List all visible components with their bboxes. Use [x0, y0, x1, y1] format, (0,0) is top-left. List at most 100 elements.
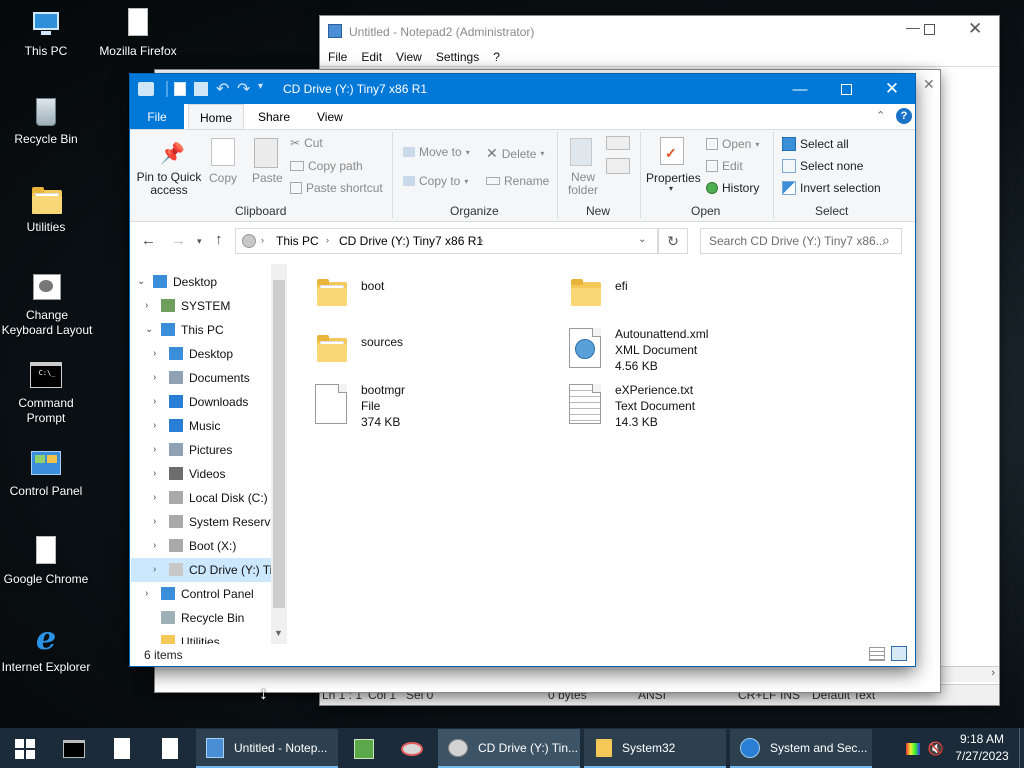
help-icon[interactable]: ?	[896, 108, 912, 124]
tray-clock[interactable]: 9:18 AM 7/27/2023	[948, 731, 1016, 765]
file-list[interactable]: boot efi sources Autounattend.xml XML Do…	[295, 262, 914, 642]
nav-scroll-down-icon[interactable]: ▼	[274, 628, 283, 638]
explorer-titlebar[interactable]: ↶ ↷ ▾ CD Drive (Y:) Tiny7 x86 R1 — ✕	[130, 74, 915, 104]
breadcrumb-chevron-icon[interactable]: ›	[480, 235, 483, 245]
chevron-right-icon[interactable]: ›	[145, 588, 148, 599]
invert-selection-button[interactable]: Invert selection	[782, 181, 881, 195]
desktop-icon-this-pc[interactable]: This PC	[0, 8, 92, 59]
sidebar-item-local-disk-c[interactable]: › Local Disk (C:)	[131, 486, 271, 510]
notepad-menu-edit[interactable]: Edit	[361, 50, 382, 64]
properties-button[interactable]: Properties	[646, 171, 701, 185]
file-item-bootmgr[interactable]: bootmgr File 374 KB	[313, 382, 533, 432]
open-button[interactable]: Open ▾	[706, 137, 759, 151]
taskbar-system32[interactable]: System32	[584, 729, 726, 768]
edit-button[interactable]: Edit	[706, 159, 743, 173]
desktop-icon-command-prompt[interactable]: C:\_ Command Prompt	[0, 360, 92, 426]
paste-shortcut-button[interactable]: Paste shortcut	[290, 181, 383, 195]
start-button[interactable]	[0, 729, 50, 768]
select-all-button[interactable]: Select all	[782, 137, 849, 151]
cut-button[interactable]: ✂ Cut	[290, 136, 323, 150]
sidebar-item-system-reserve[interactable]: › System Reserve	[131, 510, 277, 534]
chevron-down-icon[interactable]: ⌄	[145, 324, 153, 335]
delete-button[interactable]: ✕ Delete ▾	[486, 145, 544, 162]
redo-icon[interactable]: ↷	[237, 79, 250, 99]
nav-scrollbar[interactable]: ▼	[271, 264, 287, 644]
select-none-button[interactable]: Select none	[782, 159, 863, 173]
address-bar[interactable]: › This PC › CD Drive (Y:) Tiny7 x86 R1 ›…	[235, 228, 658, 254]
file-item-experience-txt[interactable]: eXPerience.txt Text Document 14.3 KB	[567, 382, 787, 432]
desktop-icon-control-panel[interactable]: Control Panel	[0, 448, 92, 499]
sidebar-item-this-pc[interactable]: ⌄ This PC	[131, 318, 271, 342]
tab-share[interactable]: Share	[258, 110, 290, 124]
desktop-icon-mozilla-firefox[interactable]: Mozilla Firefox	[92, 8, 184, 59]
taskbar-file-2[interactable]	[148, 729, 192, 768]
sidebar-item-documents[interactable]: › Documents	[131, 366, 271, 390]
refresh-icon[interactable]: ↻	[658, 228, 688, 254]
desktop-icon-google-chrome[interactable]: Google Chrome	[0, 536, 92, 587]
easy-access-icon[interactable]	[606, 158, 630, 174]
properties-dropdown-icon[interactable]: ▾	[669, 184, 673, 193]
chevron-right-icon[interactable]: ›	[145, 300, 148, 311]
notepad-menu-settings[interactable]: Settings	[436, 50, 479, 64]
sidebar-item-videos[interactable]: › Videos	[131, 462, 271, 486]
taskbar-command-prompt[interactable]	[52, 729, 96, 768]
sidebar-item-boot-x[interactable]: › Boot (X:)	[131, 534, 271, 558]
taskbar-explorer[interactable]: CD Drive (Y:) Tin...	[438, 729, 580, 768]
up-arrow-icon[interactable]: ↑	[215, 231, 223, 248]
copy-to-button[interactable]: Copy to ▾	[403, 174, 468, 188]
sidebar-item-recycle-bin[interactable]: Recycle Bin	[131, 606, 271, 630]
sidebar-item-music[interactable]: › Music	[131, 414, 271, 438]
maximize-button[interactable]	[823, 74, 869, 104]
taskbar-app-green[interactable]	[342, 729, 386, 768]
chevron-right-icon[interactable]: ›	[153, 516, 156, 527]
chevron-right-icon[interactable]: ›	[153, 420, 156, 431]
new-folder-qat-icon[interactable]	[194, 82, 208, 96]
recent-locations-icon[interactable]: ▾	[197, 236, 202, 247]
tray-color-icon[interactable]	[904, 729, 922, 768]
desktop-icon-internet-explorer[interactable]: e Internet Explorer	[0, 622, 92, 675]
sidebar-item-pictures[interactable]: › Pictures	[131, 438, 271, 462]
file-item-efi[interactable]: efi	[567, 270, 787, 318]
forward-arrow-icon[interactable]: →	[171, 232, 186, 249]
breadcrumb-chevron-icon[interactable]: ›	[261, 235, 264, 245]
sidebar-item-utilities[interactable]: Utilities	[131, 630, 271, 644]
notepad-menu-view[interactable]: View	[396, 50, 422, 64]
chevron-right-icon[interactable]: ›	[153, 540, 156, 551]
notepad-menu-file[interactable]: File	[328, 50, 347, 64]
breadcrumb-cd-drive[interactable]: CD Drive (Y:) Tiny7 x86 R1	[339, 234, 483, 248]
file-item-sources[interactable]: sources	[313, 326, 533, 374]
chevron-right-icon[interactable]: ›	[153, 348, 156, 359]
notepad-close-button[interactable]: ✕	[968, 19, 982, 39]
large-icons-view-icon[interactable]	[891, 646, 907, 661]
chevron-right-icon[interactable]: ›	[153, 492, 156, 503]
breadcrumb-this-pc[interactable]: This PC	[276, 234, 319, 248]
collapse-ribbon-icon[interactable]: ⌃	[876, 109, 885, 122]
taskbar-file-1[interactable]	[100, 729, 144, 768]
sidebar-item-desktop[interactable]: › Desktop	[131, 342, 271, 366]
minimize-button[interactable]: —	[777, 74, 823, 104]
new-folder-button[interactable]: New folder	[562, 171, 604, 197]
tab-file[interactable]: File	[130, 104, 184, 129]
tab-view[interactable]: View	[317, 110, 343, 124]
rename-button[interactable]: Rename	[486, 174, 549, 188]
close-button[interactable]: ✕	[869, 74, 915, 104]
customize-qat-icon[interactable]: ▾	[258, 81, 263, 92]
address-dropdown-icon[interactable]: ⌄	[638, 234, 646, 245]
chevron-down-icon[interactable]: ⌄	[137, 276, 145, 287]
copy-button[interactable]: Copy	[209, 171, 237, 185]
sidebar-item-system[interactable]: › SYSTEM	[131, 294, 271, 318]
file-item-boot[interactable]: boot	[313, 270, 533, 318]
tab-home[interactable]: Home	[188, 104, 244, 130]
chevron-right-icon[interactable]: ›	[153, 564, 156, 575]
tray-volume-muted-icon[interactable]: 🔇	[926, 729, 946, 768]
copy-path-button[interactable]: Copy path	[290, 159, 363, 173]
sidebar-item-control-panel[interactable]: › Control Panel	[131, 582, 271, 606]
new-item-icon[interactable]	[606, 136, 630, 150]
search-icon[interactable]: ⌕	[882, 232, 890, 249]
taskbar-notepad[interactable]: Untitled - Notep...	[196, 729, 338, 768]
move-to-button[interactable]: Move to ▾	[403, 145, 470, 159]
back-arrow-icon[interactable]: ←	[141, 232, 156, 249]
navigation-pane[interactable]: ⌄ Desktop › SYSTEM ⌄ This PC › Desktop › Document…	[131, 264, 287, 644]
chevron-right-icon[interactable]: ›	[153, 444, 156, 455]
file-item-autounattend-xml[interactable]: Autounattend.xml XML Document 4.56 KB	[567, 326, 787, 376]
